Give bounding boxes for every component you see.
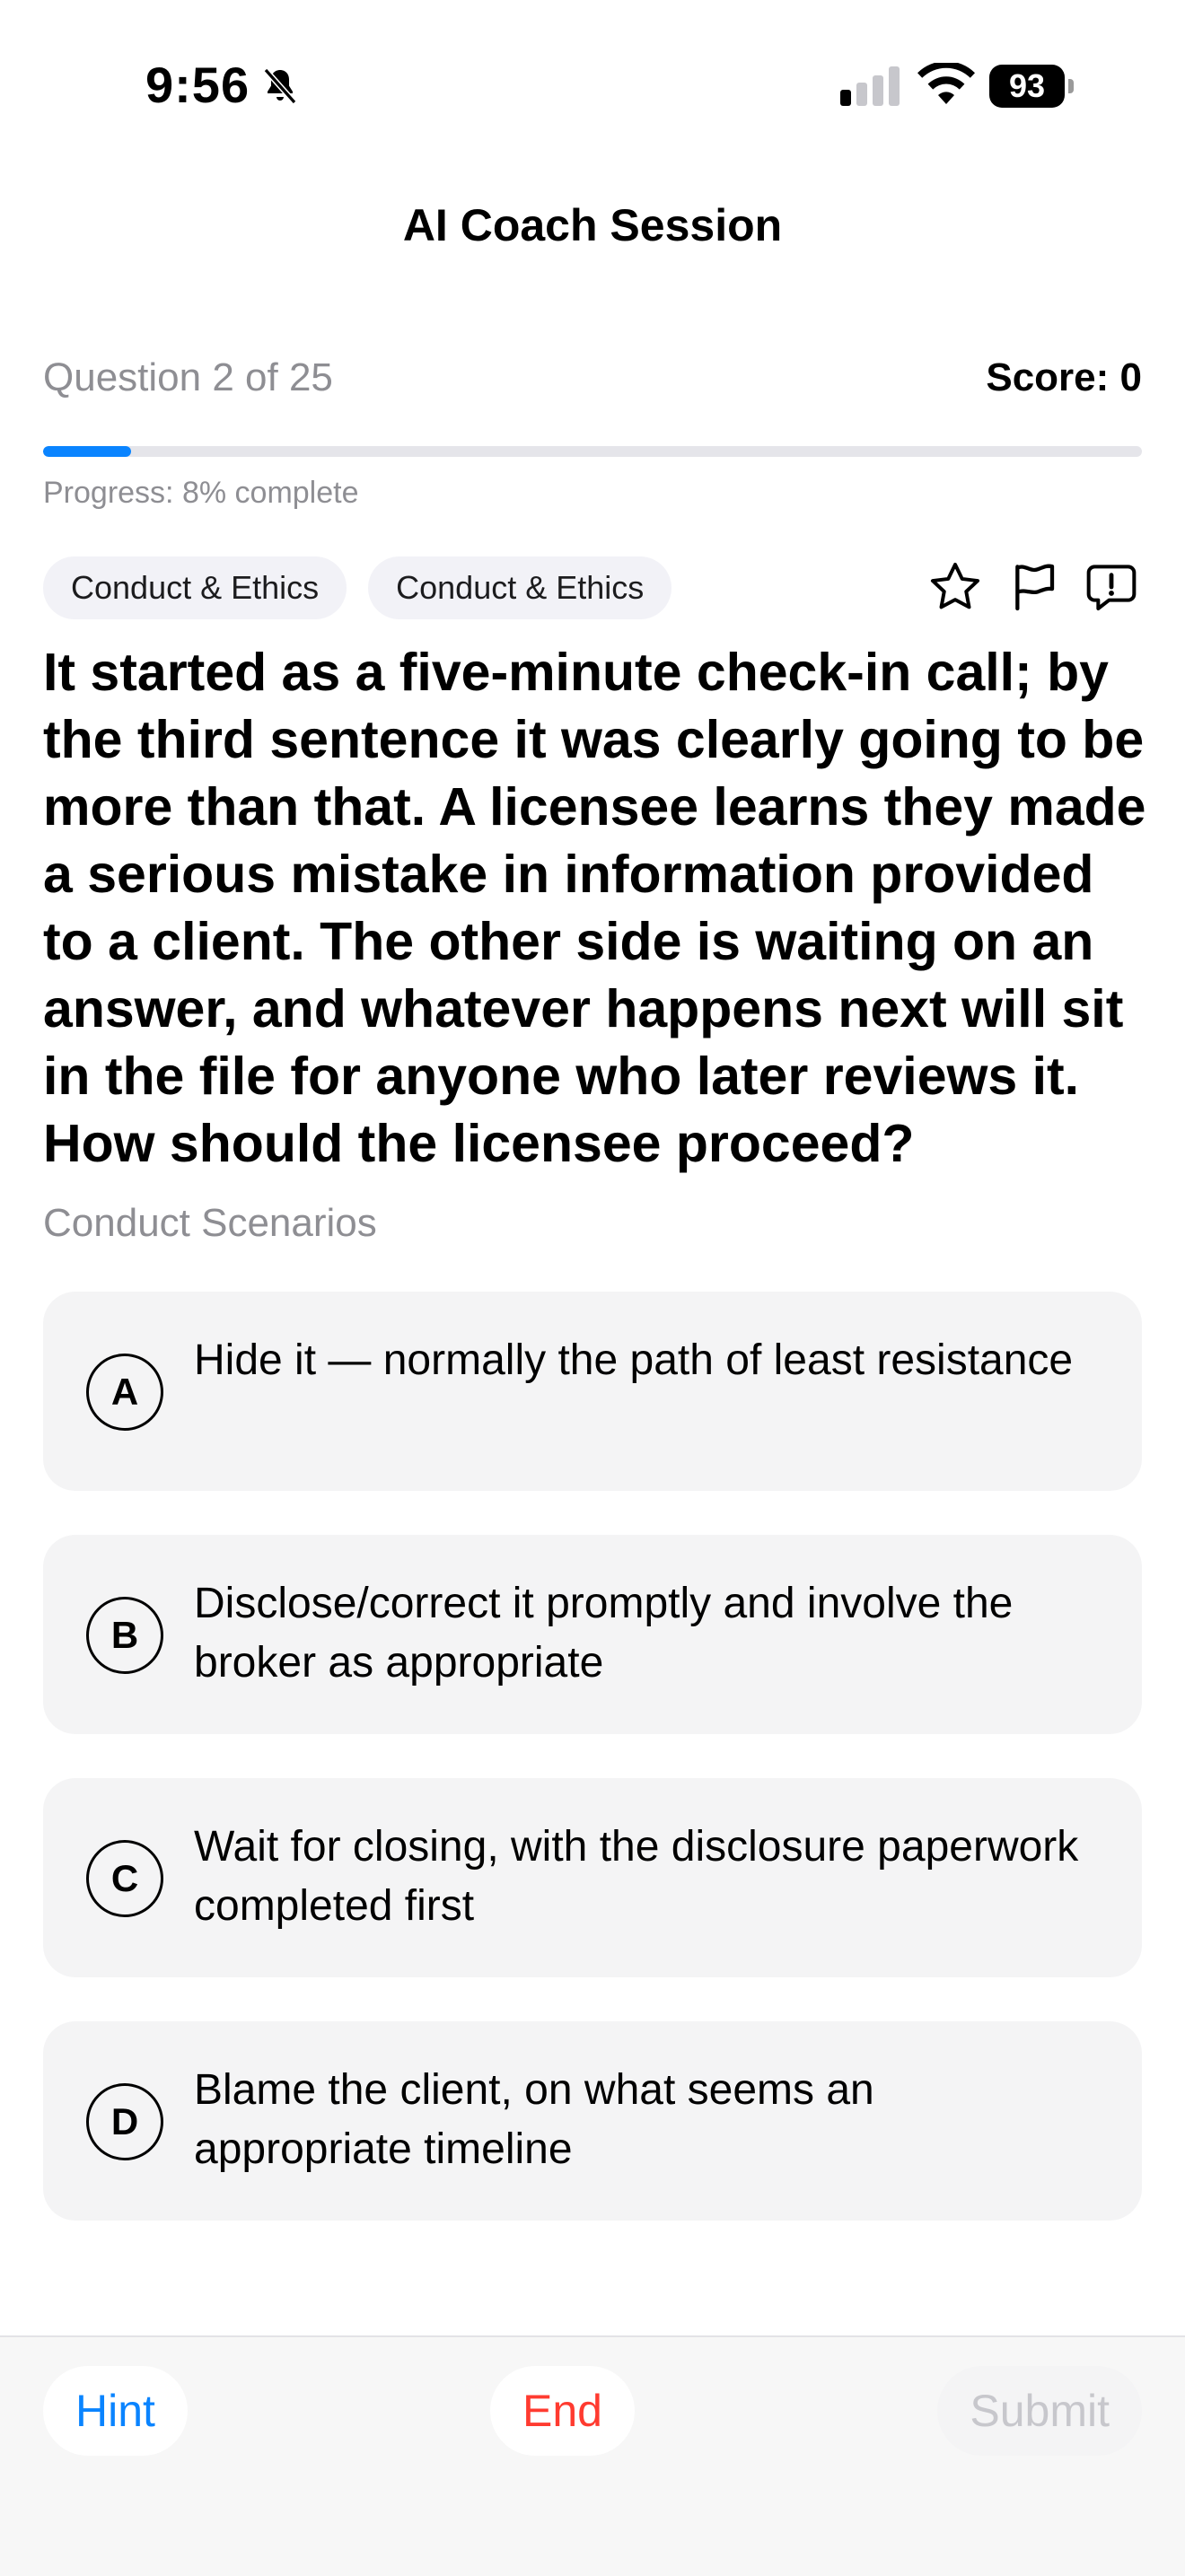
answer-option-b[interactable]: B Disclose/correct it promptly and invol… — [43, 1535, 1142, 1734]
submit-button[interactable]: Submit — [937, 2366, 1142, 2456]
answer-option-d[interactable]: D Blame the client, on what seems an app… — [43, 2021, 1142, 2221]
tag-list: Conduct & Ethics Conduct & Ethics — [43, 556, 672, 619]
option-text: Blame the client, on what seems an appro… — [194, 2066, 874, 2173]
option-letter-badge: D — [86, 2083, 163, 2160]
wifi-icon — [917, 63, 975, 104]
battery-level: 93 — [989, 65, 1065, 108]
tag-chip: Conduct & Ethics — [368, 556, 672, 619]
hint-button[interactable]: Hint — [43, 2366, 188, 2456]
option-letter-badge: B — [86, 1597, 163, 1674]
question-category: Conduct Scenarios — [43, 1201, 377, 1245]
tag-chip: Conduct & Ethics — [43, 556, 347, 619]
question-text: It started as a five-minute check-in cal… — [43, 643, 1146, 1173]
cellular-signal-icon — [840, 66, 900, 106]
option-text: Wait for closing, with the disclosure pa… — [194, 1823, 1079, 1930]
bottom-toolbar: Hint End Submit — [0, 2335, 1185, 2576]
battery-icon: 93 — [989, 65, 1074, 108]
page-title: AI Coach Session — [402, 200, 783, 250]
option-letter-badge: C — [86, 1840, 163, 1917]
option-text: Disclose/correct it promptly and involve… — [194, 1580, 1014, 1687]
end-button[interactable]: End — [490, 2366, 635, 2456]
progress-label: Progress: 8% complete — [43, 476, 359, 510]
bell-slash-icon — [263, 67, 297, 105]
progress-bar-fill — [43, 446, 131, 457]
status-bar: 9:56 93 — [0, 0, 1185, 171]
option-text: Hide it — normally the path of least res… — [194, 1336, 1074, 1384]
option-letter-badge: A — [86, 1354, 163, 1431]
progress-bar — [43, 446, 1142, 457]
answer-option-a[interactable]: A Hide it — normally the path of least r… — [43, 1292, 1142, 1491]
question-counter: Question 2 of 25 — [43, 355, 333, 399]
score-label: Score: 0 — [986, 355, 1142, 399]
flag-icon[interactable] — [1005, 558, 1063, 616]
feedback-icon[interactable] — [1083, 558, 1140, 616]
answer-option-c[interactable]: C Wait for closing, with the disclosure … — [43, 1778, 1142, 1977]
battery-tip — [1068, 79, 1074, 93]
star-icon[interactable] — [926, 558, 984, 616]
status-time: 9:56 — [145, 57, 250, 113]
